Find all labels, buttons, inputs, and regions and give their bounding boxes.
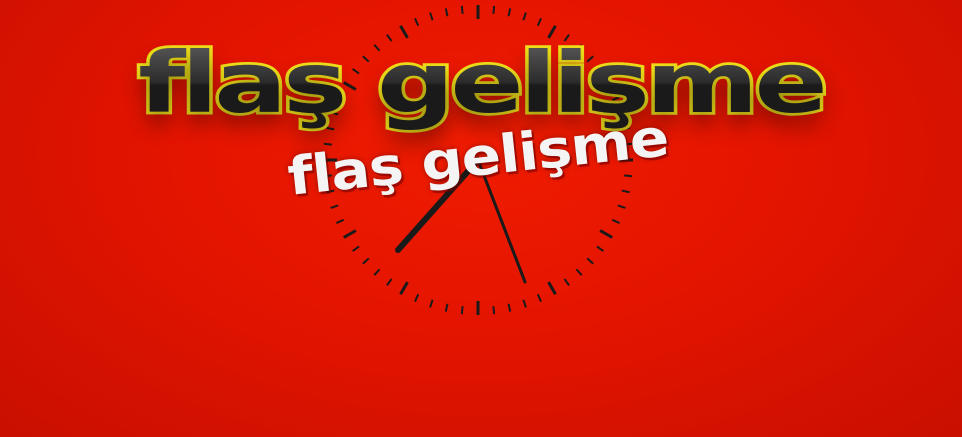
clock-tick	[624, 174, 633, 178]
clock-tick	[414, 293, 420, 303]
clock-tick	[373, 268, 381, 276]
clock-tick	[547, 281, 557, 295]
clock-tick	[362, 257, 370, 265]
clock-tick	[621, 189, 630, 194]
clock-tick	[429, 299, 434, 308]
clock-tick	[563, 278, 570, 286]
clock-tick	[586, 257, 594, 265]
clock-tick	[330, 204, 339, 209]
clock-tick	[599, 229, 613, 239]
clock-tick	[507, 303, 512, 312]
clock-tick	[444, 8, 449, 17]
clock-tick	[492, 5, 496, 14]
headline: flaş gelişme	[135, 34, 831, 133]
clock-tick	[617, 204, 626, 209]
clock-tick	[611, 218, 621, 224]
clock-tick	[460, 5, 464, 14]
clock-tick	[429, 12, 434, 21]
clock-tick	[414, 17, 420, 27]
clock-tick	[492, 306, 496, 315]
clock-tick	[343, 229, 357, 239]
clock-tick	[575, 268, 583, 276]
clock-tick	[507, 8, 512, 17]
clock-tick	[335, 218, 345, 224]
clock-tick	[399, 281, 409, 295]
clock-tick	[536, 293, 542, 303]
clock-tick	[522, 299, 527, 308]
clock-tick	[536, 17, 542, 27]
clock-tick	[444, 303, 449, 312]
clock-tick	[522, 12, 527, 21]
clock-tick	[596, 245, 604, 252]
clock-tick	[352, 245, 360, 252]
clock-tick	[460, 306, 464, 315]
clock-tick	[386, 278, 393, 286]
